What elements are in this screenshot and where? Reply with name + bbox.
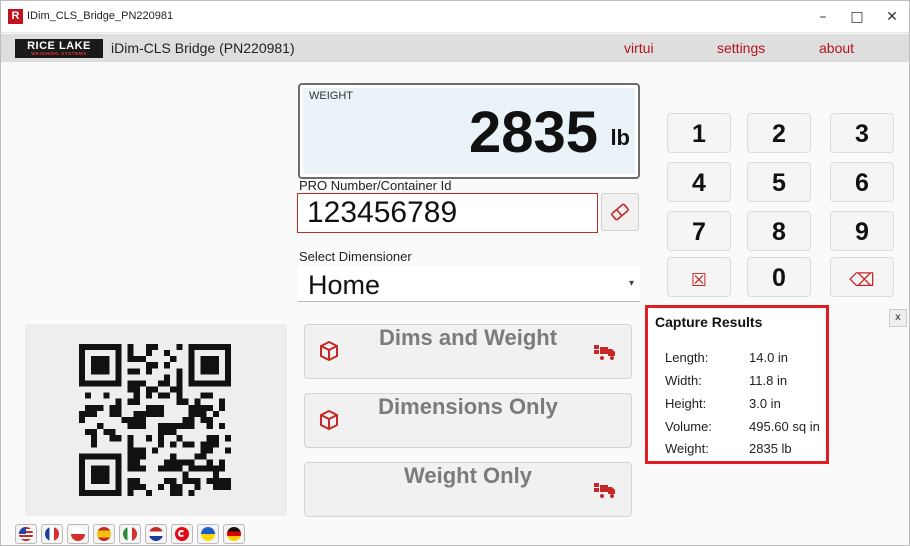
result-row-height: Height: 3.0 in — [665, 396, 825, 416]
result-key: Weight: — [665, 441, 709, 456]
backspace-icon: ⌫ — [849, 270, 875, 291]
key-clear[interactable]: ☒ — [667, 257, 731, 297]
flag-italy[interactable] — [119, 524, 141, 544]
spain-flag-icon — [97, 527, 111, 541]
pro-number-input[interactable]: 123456789 — [297, 193, 598, 233]
dimensions-only-label: Dimensions Only — [378, 394, 558, 419]
result-row-volume: Volume: 495.60 sq in — [665, 419, 825, 439]
flag-germany[interactable] — [223, 524, 245, 544]
weight-unit: lb — [610, 125, 630, 150]
dimensioner-select[interactable]: Home ▾ — [298, 266, 640, 302]
key-8[interactable]: 8 — [747, 211, 811, 251]
result-key: Width: — [665, 373, 702, 388]
germany-flag-icon — [227, 527, 241, 541]
dimensions-only-button[interactable]: Dimensions Only — [304, 393, 632, 448]
flag-ukraine[interactable] — [197, 524, 219, 544]
key-3[interactable]: 3 — [830, 113, 894, 153]
flag-poland[interactable] — [67, 524, 89, 544]
key-0[interactable]: 0 — [747, 257, 811, 297]
app-header: RICE LAKE WEIGHING SYSTEMS iDim-CLS Brid… — [1, 34, 909, 62]
close-window-button[interactable]: ✕ — [878, 6, 906, 28]
key-backspace[interactable]: ⌫ — [830, 257, 894, 297]
poland-flag-icon — [71, 527, 85, 541]
result-key: Height: — [665, 396, 707, 411]
app-logo-icon: R — [8, 9, 23, 24]
chevron-down-icon: ▾ — [628, 278, 634, 289]
weight-label: WEIGHT — [309, 90, 353, 102]
turkey-flag-icon — [175, 527, 189, 541]
brand-logo: RICE LAKE WEIGHING SYSTEMS — [15, 39, 103, 58]
netherlands-flag-icon — [149, 527, 163, 541]
qr-panel — [25, 324, 287, 516]
dims-and-weight-button[interactable]: Dims and Weight — [304, 324, 632, 379]
app-title: iDim-CLS Bridge (PN220981) — [111, 40, 295, 56]
flag-us[interactable] — [15, 524, 37, 544]
key-1[interactable]: 1 — [667, 113, 731, 153]
france-flag-icon — [45, 527, 59, 541]
menu-about[interactable]: about — [819, 40, 854, 56]
pro-number-label: PRO Number/Container Id — [299, 178, 452, 193]
flag-turkey[interactable] — [171, 524, 193, 544]
clear-pro-button[interactable] — [601, 193, 639, 231]
flag-netherlands[interactable] — [145, 524, 167, 544]
weight-value: 2835 — [468, 100, 598, 165]
truck-icon — [594, 345, 615, 360]
result-row-width: Width: 11.8 in — [665, 373, 825, 393]
menu-virtui[interactable]: virtui — [624, 40, 654, 56]
dims-and-weight-label: Dims and Weight — [378, 325, 558, 350]
flag-france[interactable] — [41, 524, 63, 544]
box-icon — [320, 409, 338, 431]
capture-results-panel: Capture Results Length: 14.0 in Width: 1… — [645, 305, 829, 464]
maximize-button[interactable]: □ — [843, 6, 871, 28]
flag-spain[interactable] — [93, 524, 115, 544]
window-titlebar: R IDim_CLS_Bridge_PN220981 – □ ✕ — [1, 1, 909, 33]
dimensioner-label: Select Dimensioner — [299, 249, 412, 264]
window-title: IDim_CLS_Bridge_PN220981 — [27, 10, 174, 22]
eraser-icon — [611, 203, 629, 221]
result-value: 14.0 in — [749, 350, 789, 365]
result-value: 11.8 in — [749, 373, 788, 388]
brand-tagline: WEIGHING SYSTEMS — [31, 51, 87, 56]
ukraine-flag-icon — [201, 527, 215, 541]
app-window: R IDim_CLS_Bridge_PN220981 – □ ✕ RICE LA… — [0, 0, 910, 546]
result-key: Length: — [665, 350, 709, 365]
capture-results-title: Capture Results — [655, 314, 763, 330]
menu-settings[interactable]: settings — [717, 40, 765, 56]
weight-display: WEIGHT 2835 lb — [298, 83, 640, 179]
result-key: Volume: — [665, 419, 712, 434]
italy-flag-icon — [123, 527, 137, 541]
key-7[interactable]: 7 — [667, 211, 731, 251]
key-5[interactable]: 5 — [747, 162, 811, 202]
dimensioner-value: Home — [308, 270, 381, 300]
key-2[interactable]: 2 — [747, 113, 811, 153]
weight-only-label: Weight Only — [404, 463, 532, 488]
truck-icon — [594, 483, 615, 498]
clear-x-icon: ☒ — [690, 270, 708, 291]
result-value: 495.60 sq in — [749, 419, 820, 434]
key-6[interactable]: 6 — [830, 162, 894, 202]
close-results-button[interactable]: x — [889, 309, 907, 327]
weight-only-button[interactable]: Weight Only — [304, 462, 632, 517]
result-row-length: Length: 14.0 in — [665, 350, 825, 370]
key-9[interactable]: 9 — [830, 211, 894, 251]
us-flag-icon — [19, 527, 33, 541]
result-row-weight: Weight: 2835 lb — [665, 441, 825, 461]
result-value: 3.0 in — [749, 396, 781, 411]
box-icon — [320, 340, 338, 362]
key-4[interactable]: 4 — [667, 162, 731, 202]
qr-code-icon — [79, 344, 231, 496]
minimize-button[interactable]: – — [809, 6, 837, 28]
result-value: 2835 lb — [749, 441, 792, 456]
